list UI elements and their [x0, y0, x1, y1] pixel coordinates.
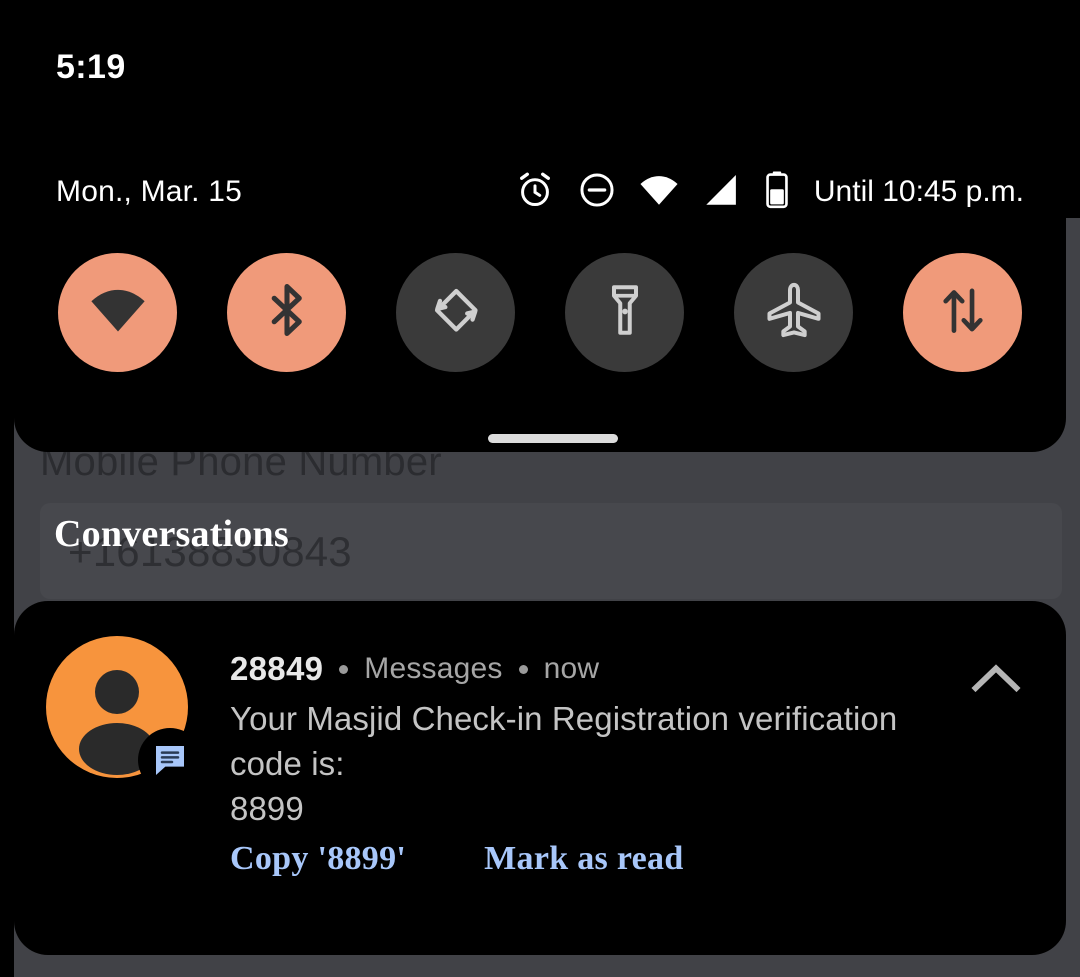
notification-channel: Messages: [364, 652, 503, 685]
notification-time: now: [543, 652, 600, 685]
alarm-icon: [514, 169, 556, 216]
battery-icon: [762, 169, 792, 216]
notification-app-name: 28849: [230, 650, 324, 687]
auto-rotate-tile[interactable]: [396, 253, 515, 372]
conversations-section-header: Conversations: [54, 513, 289, 555]
cellular-signal-icon: [700, 169, 742, 216]
quick-settings-tiles: [58, 253, 1022, 372]
quick-settings-date: Mon., Mar. 15: [56, 175, 243, 208]
notification-header: 28849 Messages now: [230, 650, 599, 688]
message-badge-icon: [146, 736, 194, 784]
notification-collapse-button[interactable]: [966, 655, 1026, 705]
do-not-disturb-icon: [576, 169, 618, 216]
notification-actions: Copy '8899' Mark as read: [230, 840, 684, 878]
airplane-mode-tile-icon: [762, 278, 826, 347]
flashlight-tile[interactable]: [565, 253, 684, 372]
separator-dot-icon: [518, 664, 528, 674]
copy-code-action[interactable]: Copy '8899': [230, 840, 406, 878]
shade-drag-handle[interactable]: [488, 434, 618, 443]
quick-settings-header: Mon., Mar. 15 Until 10:45 p.m.: [14, 168, 1066, 216]
mobile-data-tile-icon: [932, 279, 994, 346]
separator-dot-icon: [339, 664, 349, 674]
flashlight-tile-icon: [595, 280, 655, 345]
notification-avatar: [46, 636, 188, 778]
android-screen: Mobile Phone Number +16138830843 Convers…: [0, 0, 1080, 977]
airplane-mode-tile[interactable]: [734, 253, 853, 372]
mobile-data-tile[interactable]: [903, 253, 1022, 372]
wifi-icon: [638, 169, 680, 216]
notification-body-line-1: Your Masjid Check-in Registration verifi…: [230, 700, 898, 782]
quick-settings-panel[interactable]: 5:19 Mon., Mar. 15 Until 10:45 p.m.: [14, 0, 1066, 452]
notification-body: Your Masjid Check-in Registration verifi…: [230, 696, 960, 831]
notification-body-line-2: 8899: [230, 790, 304, 827]
bluetooth-tile[interactable]: [227, 253, 346, 372]
status-bar-icons: Until 10:45 p.m.: [514, 169, 1024, 216]
status-bar-clock: 5:19: [56, 48, 126, 86]
auto-rotate-tile-icon: [424, 278, 488, 347]
battery-status-text: Until 10:45 p.m.: [813, 175, 1024, 208]
mark-as-read-action[interactable]: Mark as read: [484, 840, 683, 878]
chevron-up-icon: [969, 658, 1023, 703]
bluetooth-tile-icon: [255, 278, 319, 347]
wifi-tile[interactable]: [58, 253, 177, 372]
wifi-tile-icon: [84, 276, 152, 349]
